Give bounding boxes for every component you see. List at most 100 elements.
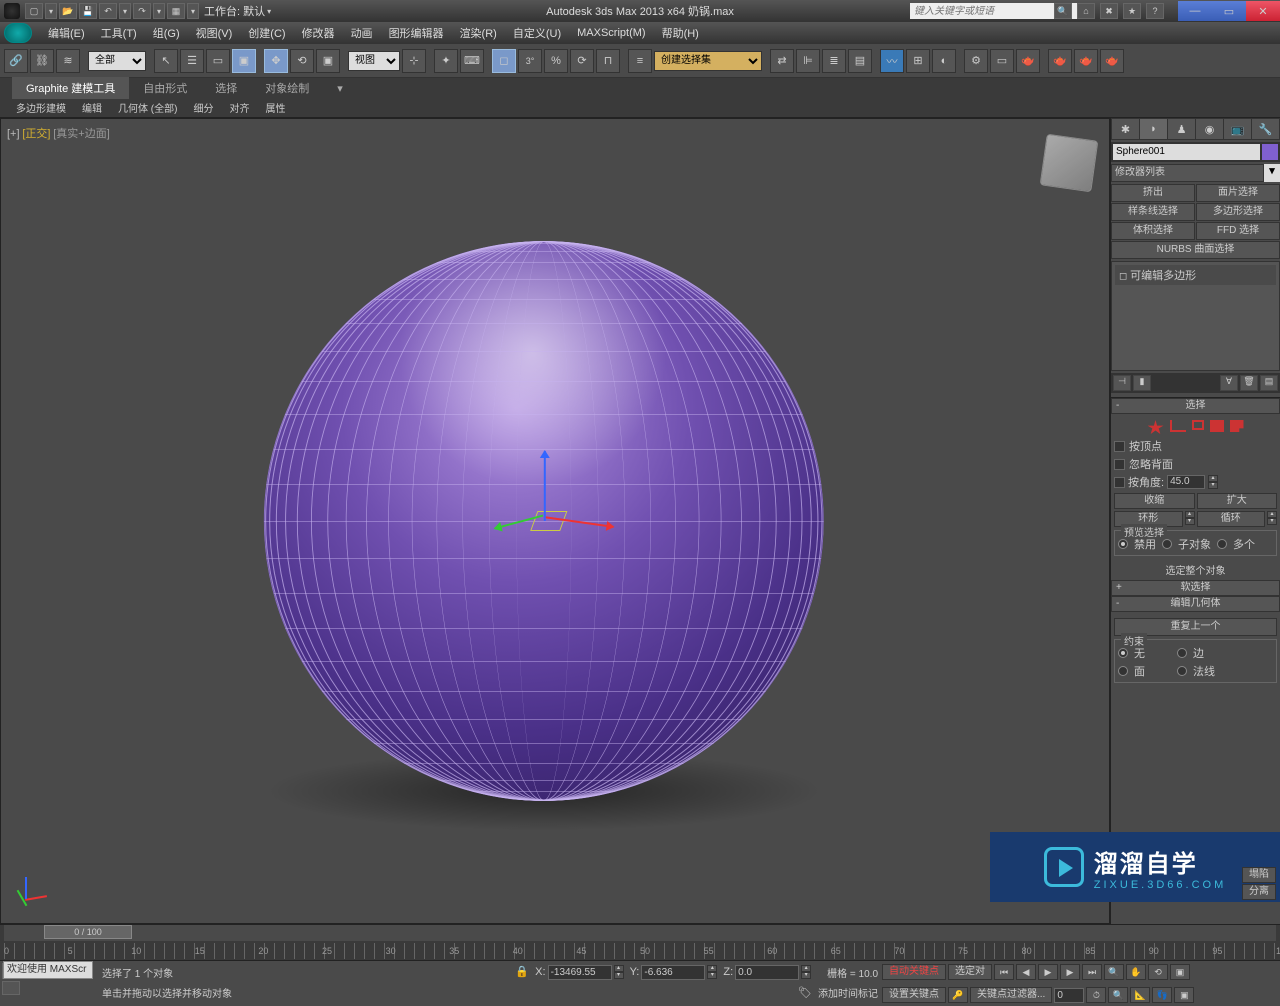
scene-explorer-icon[interactable]: ▤ xyxy=(848,49,872,73)
coord-z-input[interactable]: 0.0 xyxy=(735,965,799,980)
mod-btn-extrude[interactable]: 挤出 xyxy=(1111,184,1195,202)
pivot-icon[interactable]: ⊹ xyxy=(402,49,426,73)
project-dropdown-icon[interactable]: ▾ xyxy=(187,3,199,19)
spin-up-icon[interactable]: ▴ xyxy=(1208,475,1218,482)
create-tab-icon[interactable]: ✱ xyxy=(1112,119,1139,139)
goto-end-icon[interactable]: ⏭ xyxy=(1082,964,1102,980)
split-button[interactable]: 分离 xyxy=(1242,884,1276,900)
select-by-name-icon[interactable]: ☰ xyxy=(180,49,204,73)
curve-editor-icon[interactable]: 〰 xyxy=(880,49,904,73)
select-icon[interactable]: ↖ xyxy=(154,49,178,73)
display-tab-icon[interactable]: 📺 xyxy=(1224,119,1251,139)
nav-walk-icon[interactable]: 👣 xyxy=(1152,987,1172,1003)
modifier-list[interactable]: 修改器列表 xyxy=(1111,164,1264,182)
element-level-icon[interactable] xyxy=(1230,420,1244,432)
loop-up-icon[interactable]: ▴ xyxy=(1267,511,1277,518)
ribbon-poly-modeling[interactable]: 多边形建模 xyxy=(8,98,74,117)
ring-up-icon[interactable]: ▴ xyxy=(1185,511,1195,518)
favorite-icon[interactable]: ★ xyxy=(1123,3,1141,19)
ribbon-tab-graphite[interactable]: Graphite 建模工具 xyxy=(12,77,129,99)
spinner-snap-icon[interactable]: ⟳ xyxy=(570,49,594,73)
motion-tab-icon[interactable]: ◉ xyxy=(1196,119,1223,139)
border-level-icon[interactable] xyxy=(1192,420,1204,430)
mod-btn-patch-select[interactable]: 面片选择 xyxy=(1196,184,1280,202)
manipulate-icon[interactable]: ✦ xyxy=(434,49,458,73)
object-color-swatch[interactable] xyxy=(1262,144,1278,160)
key-mode-icon[interactable]: 🔑 xyxy=(948,987,968,1003)
ribbon-subdivide[interactable]: 细分 xyxy=(185,98,221,117)
application-menu-icon[interactable] xyxy=(4,23,32,43)
rollout-soft-selection-header[interactable]: 软选择 xyxy=(1111,580,1280,596)
named-sel-icon[interactable]: ≡ xyxy=(628,49,652,73)
play-icon[interactable]: ▶ xyxy=(1038,964,1058,980)
set-key-button[interactable]: 设置关键点 xyxy=(882,987,946,1003)
configure-sets-icon[interactable]: ▤ xyxy=(1260,375,1278,391)
object-name-input[interactable]: Sphere001 xyxy=(1113,144,1260,160)
select-region-rect-icon[interactable]: ▭ xyxy=(206,49,230,73)
menu-customize[interactable]: 自定义(U) xyxy=(505,22,569,44)
ribbon-geometry[interactable]: 几何体 (全部) xyxy=(110,98,185,117)
ignore-backfacing-checkbox[interactable] xyxy=(1114,459,1125,470)
make-unique-icon[interactable]: ∀ xyxy=(1220,375,1238,391)
sphere-object[interactable] xyxy=(264,241,824,801)
viewport-orthographic[interactable]: [正交] xyxy=(22,128,50,140)
render-c-icon[interactable]: 🫖 xyxy=(1100,49,1124,73)
menu-graph[interactable]: 图形编辑器 xyxy=(381,22,452,44)
ribbon-dropdown-icon[interactable]: ▾ xyxy=(323,79,357,98)
preview-multi-radio[interactable] xyxy=(1217,539,1227,549)
loop-down-icon[interactable]: ▾ xyxy=(1267,518,1277,525)
utilities-tab-icon[interactable]: 🔧 xyxy=(1252,119,1279,139)
viewport[interactable]: [+] [正交] [真实+边面] xyxy=(0,118,1110,924)
modifier-list-drop-icon[interactable]: ▾ xyxy=(1264,164,1280,182)
redo-dropdown-icon[interactable]: ▾ xyxy=(153,3,165,19)
coord-y-input[interactable]: -6.636 xyxy=(641,965,705,980)
mod-btn-ffd-select[interactable]: FFD 选择 xyxy=(1196,222,1280,240)
menu-edit[interactable]: 编辑(E) xyxy=(40,22,93,44)
preview-subobj-radio[interactable] xyxy=(1162,539,1172,549)
grow-button[interactable]: 扩大 xyxy=(1197,493,1278,509)
menu-maxscript[interactable]: MAXScript(M) xyxy=(569,24,653,42)
ribbon-tab-selection[interactable]: 选择 xyxy=(201,77,251,99)
render-setup-icon[interactable]: ⚙ xyxy=(964,49,988,73)
pin-stack-icon[interactable]: ⊣ xyxy=(1113,375,1131,391)
goto-start-icon[interactable]: ⏮ xyxy=(994,964,1014,980)
render-a-icon[interactable]: 🫖 xyxy=(1048,49,1072,73)
render-icon[interactable]: 🫖 xyxy=(1016,49,1040,73)
subscription-icon[interactable]: ⌂ xyxy=(1077,3,1095,19)
stack-item-editable-poly[interactable]: ◻ 可编辑多边形 xyxy=(1115,265,1276,285)
menu-group[interactable]: 组(G) xyxy=(145,22,188,44)
keyboard-shortcut-icon[interactable]: ⌨ xyxy=(460,49,484,73)
ring-down-icon[interactable]: ▾ xyxy=(1185,518,1195,525)
layers-icon[interactable]: ≣ xyxy=(822,49,846,73)
nav-max-icon[interactable]: ▣ xyxy=(1170,964,1190,980)
menu-tools[interactable]: 工具(T) xyxy=(93,22,145,44)
next-frame-icon[interactable]: ▶ xyxy=(1060,964,1080,980)
nav-pan-icon[interactable]: ✋ xyxy=(1126,964,1146,980)
vertex-level-icon[interactable] xyxy=(1148,420,1164,434)
snap-toggle-icon[interactable]: ⊓ xyxy=(596,49,620,73)
scale-icon[interactable]: ▣ xyxy=(316,49,340,73)
ribbon-tab-paint[interactable]: 对象绘制 xyxy=(251,77,323,99)
maximize-button[interactable]: ▭ xyxy=(1212,1,1246,21)
mirror-icon[interactable]: ⇄ xyxy=(770,49,794,73)
close-button[interactable]: ✕ xyxy=(1246,1,1280,21)
snap-icon[interactable]: ◻ xyxy=(492,49,516,73)
remove-modifier-icon[interactable]: 🗑 xyxy=(1240,375,1258,391)
open-file-icon[interactable]: 📂 xyxy=(59,3,77,19)
ribbon-edit[interactable]: 编辑 xyxy=(74,98,110,117)
named-selection-set[interactable]: 创建选择集 xyxy=(654,51,762,71)
viewcube[interactable] xyxy=(1040,134,1099,193)
move-icon[interactable]: ✥ xyxy=(264,49,288,73)
new-file-icon[interactable]: ▢ xyxy=(25,3,43,19)
by-vertex-checkbox[interactable] xyxy=(1114,441,1125,452)
menu-help[interactable]: 帮助(H) xyxy=(654,22,707,44)
mod-btn-nurbs-select[interactable]: NURBS 曲面选择 xyxy=(1111,241,1280,259)
modifier-stack[interactable]: ◻ 可编辑多边形 xyxy=(1111,261,1280,371)
collapse-button[interactable]: 塌陷 xyxy=(1242,867,1276,883)
menu-create[interactable]: 创建(C) xyxy=(240,22,293,44)
constraint-face-radio[interactable] xyxy=(1118,666,1128,676)
undo-icon[interactable]: ↶ xyxy=(99,3,117,19)
selection-lock-icon[interactable]: 🔒 xyxy=(515,965,529,979)
schematic-icon[interactable]: ⊞ xyxy=(906,49,930,73)
rotate-icon[interactable]: ⟲ xyxy=(290,49,314,73)
